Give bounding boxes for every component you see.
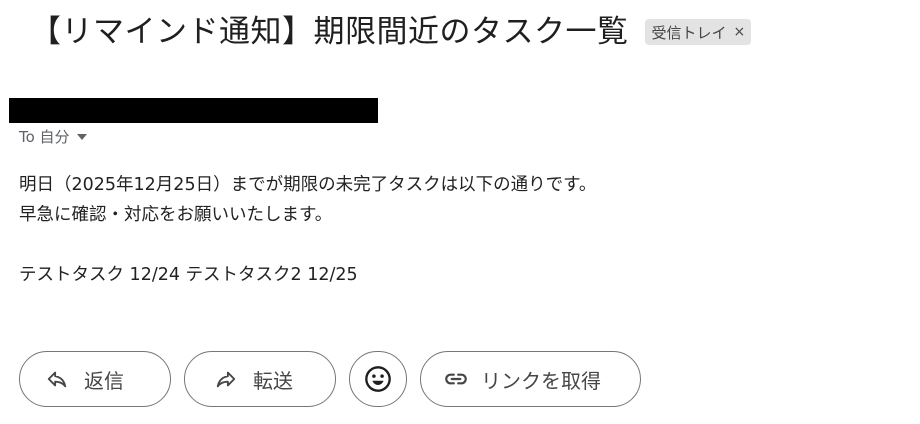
caret-down-icon[interactable] (76, 133, 87, 140)
email-subject: 【リマインド通知】期限間近のタスク一覧 (30, 14, 629, 50)
smiley-icon (364, 365, 392, 393)
task-list-line: テストタスク 12/24 テストタスク2 12/25 (19, 265, 358, 285)
recipient-text: To 自分 (19, 128, 70, 146)
link-icon (443, 366, 469, 392)
forward-label: 転送 (253, 368, 293, 393)
inbox-label-text: 受信トレイ (651, 23, 727, 42)
subject-row: 【リマインド通知】期限間近のタスク一覧 受信トレイ × (30, 10, 752, 54)
remove-label-icon[interactable]: × (734, 24, 746, 40)
forward-button[interactable]: 転送 (184, 351, 336, 407)
body-line: 早急に確認・対応をお願いいたします。 (19, 205, 333, 225)
get-link-button[interactable]: リンクを取得 (420, 351, 641, 407)
inbox-label-chip[interactable]: 受信トレイ × (644, 19, 752, 45)
forward-arrow-icon (215, 368, 237, 390)
reply-label: 返信 (84, 368, 124, 393)
emoji-reaction-button[interactable] (349, 351, 407, 407)
redacted-sender (9, 98, 378, 123)
get-link-label: リンクを取得 (481, 368, 601, 393)
recipient-details-toggle[interactable]: To 自分 (19, 126, 87, 147)
reply-button[interactable]: 返信 (19, 351, 171, 407)
message-actions: 返信 転送 リンクを取得 (19, 351, 641, 407)
email-body: 明日（2025年12月25日）までが期限の未完了タスクは以下の通りです。 早急に… (19, 170, 596, 290)
reply-arrow-icon (46, 368, 68, 390)
body-line: 明日（2025年12月25日）までが期限の未完了タスクは以下の通りです。 (19, 175, 597, 195)
